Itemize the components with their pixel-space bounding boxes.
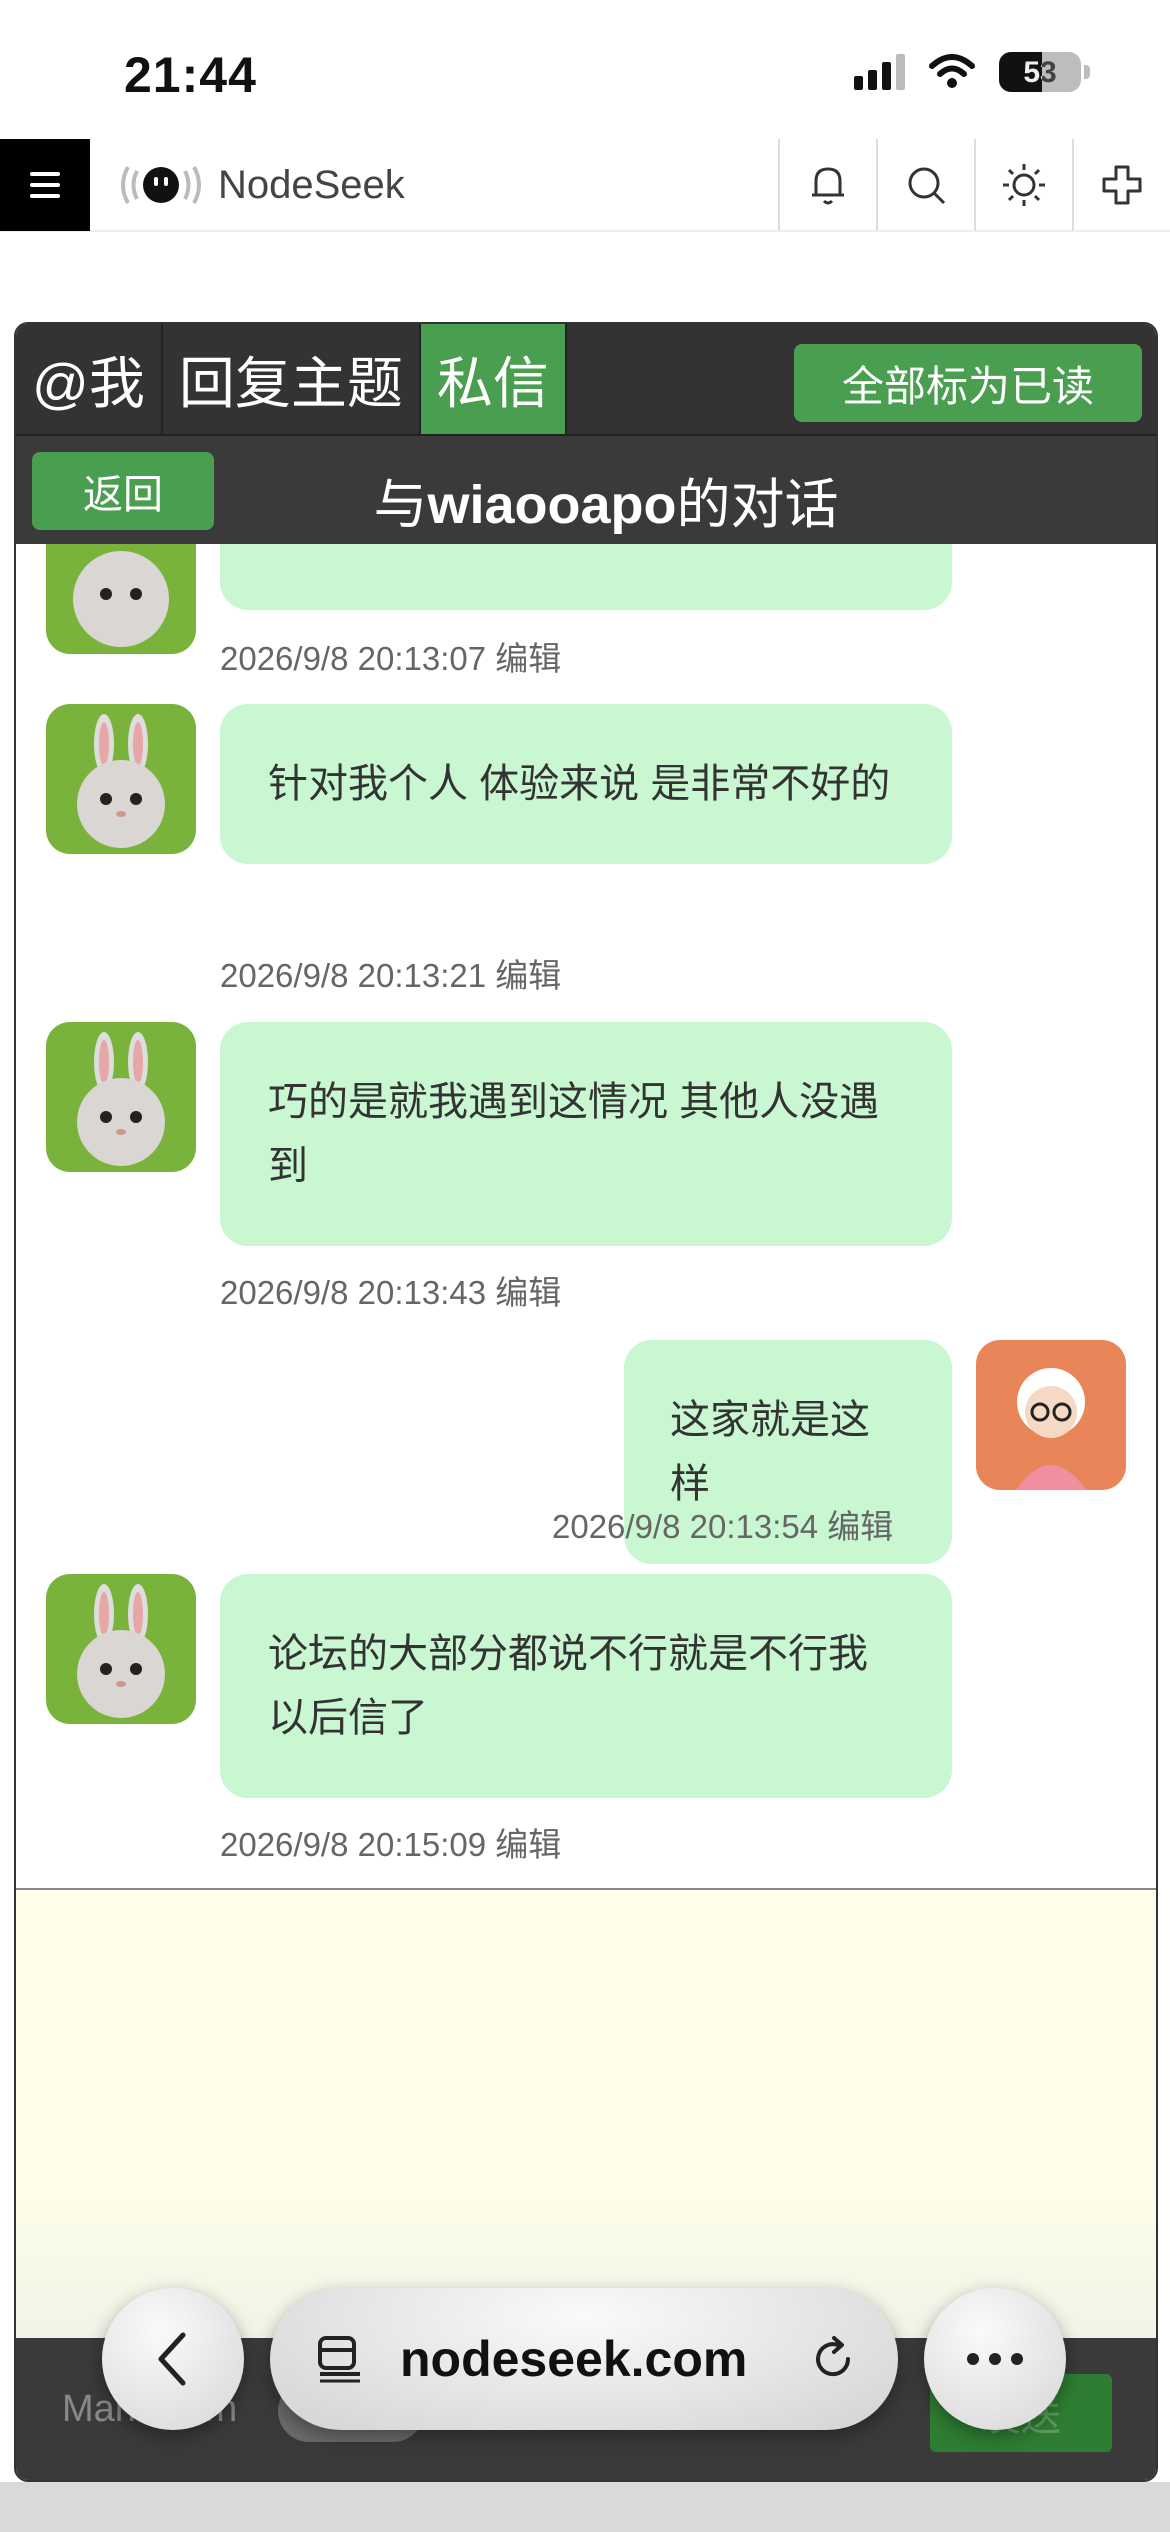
message-timestamp: 2026/9/8 20:15:09	[220, 1826, 487, 1863]
message-bubble: 针对我个人 体验来说 是非常不好的	[220, 704, 952, 864]
message-list[interactable]: 2026/9/8 20:13:07 编辑 针对我个人 体验来说 是非常不好的 2…	[16, 544, 1156, 1890]
chevron-left-icon	[158, 2332, 186, 2386]
message-meta: 2026/9/8 20:15:09 编辑	[220, 1818, 561, 1866]
tab-private-messages[interactable]: 私信	[420, 324, 567, 434]
url-text: nodeseek.com	[400, 2331, 748, 2387]
tabs-layout-icon	[318, 2336, 360, 2383]
notification-bell-icon[interactable]	[778, 139, 876, 231]
home-indicator-area	[0, 2482, 1170, 2532]
own-avatar[interactable]	[976, 1340, 1126, 1490]
message-timestamp: 2026/9/8 20:13:43	[220, 1274, 487, 1311]
reload-icon[interactable]	[808, 2334, 858, 2384]
status-bar: 21:44 53	[0, 0, 1170, 140]
message-compose-textarea[interactable]	[16, 1892, 1156, 2338]
more-options-icon[interactable]	[924, 2288, 1066, 2430]
mark-all-read-button[interactable]: 全部标为已读	[793, 344, 1142, 422]
battery-level: 53	[1023, 56, 1057, 89]
edit-link[interactable]: 编辑	[495, 640, 561, 677]
conversation-header: 返回 与wiaooapo的对话	[16, 434, 1156, 544]
brand-name: NodeSeek	[218, 162, 405, 207]
message-timestamp: 2026/9/8 20:13:54	[552, 1508, 819, 1545]
message-bubble: 巧的是就我遇到这情况 其他人没遇到	[220, 1022, 952, 1246]
message-bubble: 论坛的大部分都说不行就是不行我以后信了	[220, 1574, 952, 1798]
message-meta: 2026/9/8 20:13:54 编辑	[552, 1500, 893, 1548]
tab-replies[interactable]: 回复主题	[163, 324, 421, 434]
status-icons: 53	[854, 52, 1090, 92]
brand[interactable]: NodeSeek	[118, 161, 778, 209]
cellular-signal-icon	[854, 54, 905, 90]
message-panel: @我 回复主题 私信 全部标为已读 返回 与wiaooapo的对话 2026/9…	[14, 322, 1158, 2482]
address-bar[interactable]: nodeseek.com	[270, 2288, 898, 2430]
browser-back-button[interactable]	[102, 2288, 244, 2430]
theme-sun-icon[interactable]	[974, 139, 1072, 231]
nodeseek-logo-icon	[121, 166, 201, 204]
user-avatar[interactable]	[46, 704, 196, 854]
message-timestamp: 2026/9/8 20:13:07	[220, 640, 487, 677]
message-tabs: @我 回复主题 私信 全部标为已读	[16, 324, 1156, 434]
edit-link[interactable]: 编辑	[495, 1274, 561, 1311]
edit-link[interactable]: 编辑	[827, 1508, 893, 1545]
message-meta: 2026/9/8 20:13:43 编辑	[220, 1266, 561, 1314]
edit-link[interactable]: 编辑	[495, 957, 561, 994]
message-bubble	[220, 544, 952, 610]
battery-icon: 53	[999, 52, 1090, 92]
wifi-icon	[929, 54, 975, 88]
search-icon[interactable]	[876, 139, 974, 231]
conversation-title: 与wiaooapo的对话	[373, 475, 839, 535]
message-meta: 2026/9/8 20:13:21 编辑	[220, 949, 561, 997]
user-avatar[interactable]	[46, 1574, 196, 1724]
user-avatar[interactable]	[46, 544, 196, 654]
hamburger-menu-icon[interactable]	[0, 139, 90, 231]
top-navigation: NodeSeek	[0, 139, 1170, 232]
status-time: 21:44	[124, 47, 257, 103]
add-plus-icon[interactable]	[1072, 139, 1170, 231]
tab-mentions[interactable]: @我	[16, 324, 163, 434]
message-timestamp: 2026/9/8 20:13:21	[220, 957, 487, 994]
edit-link[interactable]: 编辑	[495, 1826, 561, 1863]
user-avatar[interactable]	[46, 1022, 196, 1172]
message-meta: 2026/9/8 20:13:07 编辑	[220, 632, 561, 680]
